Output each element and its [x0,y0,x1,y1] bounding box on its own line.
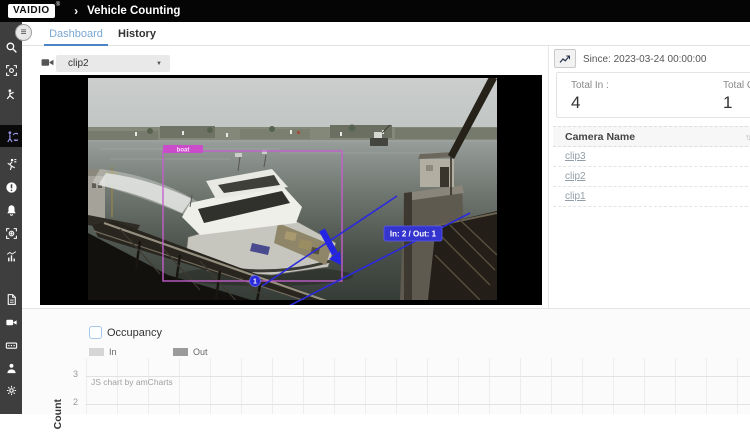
page-title: Vehicle Counting [87,5,180,17]
sort-icon[interactable]: ↑↓ [745,127,750,148]
camera-select-value: clip2 [68,58,89,69]
tab-dashboard[interactable]: Dashboard [44,22,108,46]
camera-table: Camera Name ↑↓ clip3 clip2 clip1 [553,126,750,207]
menu-icon: ≡ [21,28,27,38]
occupancy-label: Occupancy [107,327,162,339]
search-icon [5,41,18,54]
tab-history[interactable]: History [114,22,160,46]
total-in-value: 4 [571,93,609,113]
tab-bar: Dashboard History [22,22,750,46]
gridline [86,376,750,377]
sidebar-nav [0,22,22,414]
camera-select-dropdown[interactable]: clip2 ▼ [56,55,170,72]
camera-table-header: Camera Name ↑↓ [553,126,750,147]
camera-name-column-header: Camera Name [565,131,635,143]
legend-swatch-out [173,348,188,356]
camera-link-clip1[interactable]: clip1 [565,191,586,202]
license-plate-icon [5,339,18,352]
sidebar-item-object-scan[interactable] [0,222,22,244]
table-row: clip2 [553,167,750,187]
table-row: clip1 [553,187,750,207]
legend-item-in[interactable]: In [89,347,117,357]
camera-select-icon [41,57,54,68]
registered-mark: ® [56,2,60,8]
total-out-value: 1 [723,93,750,113]
detection-label: boat [177,148,190,154]
y-axis-title: Count [52,399,64,434]
camera-link-clip3[interactable]: clip3 [565,151,586,162]
total-out-label: Total Out [723,80,750,91]
panel-divider [548,46,549,308]
total-in-label: Total In : [571,80,609,91]
video-camera-icon [5,316,18,329]
amcharts-watermark: JS chart by amCharts [91,377,173,387]
video-scene: boat In: 2 / Out: 1 1 [40,75,542,305]
chart-toggle-button[interactable] [554,49,576,68]
sidebar-item-alerts[interactable] [0,176,22,198]
line-count-badge: 1 [253,279,257,286]
vaidio-logo: VAIDIO [8,4,55,18]
face-detection-icon [5,64,18,77]
intrusion-detection-icon [5,158,18,171]
trend-chart-icon [559,53,571,64]
inout-count-label: In: 2 / Out: 1 [390,230,437,239]
sidebar-item-settings[interactable] [0,379,22,401]
since-timestamp: Since: 2023-03-24 00:00:00 [583,54,706,65]
legend-label-out: Out [193,347,208,357]
camera-link-clip2[interactable]: clip2 [565,171,586,182]
breadcrumb-arrow-icon: › [74,4,78,18]
sidebar-item-pose-detection[interactable] [0,83,22,105]
sidebar-item-face-detection[interactable] [0,59,22,81]
alert-icon [5,181,18,194]
video-feed: boat In: 2 / Out: 1 1 [40,75,542,305]
sidebar-item-notifications[interactable] [0,199,22,221]
notification-bell-icon [5,204,18,217]
sidebar-item-reports[interactable] [0,288,22,310]
settings-gear-icon [5,384,18,397]
y-tick-2: 2 [62,397,78,407]
vehicle-counting-icon [5,130,18,143]
legend-item-out[interactable]: Out [173,347,208,357]
sidebar-item-cameras[interactable] [0,311,22,333]
table-row: clip3 [553,147,750,167]
statistics-icon [5,250,18,263]
sidebar-item-people[interactable] [0,357,22,379]
gridline [86,404,750,405]
y-tick-3: 3 [62,369,78,379]
sidebar-item-vehicle-counting[interactable] [0,125,22,147]
sidebar-item-statistics[interactable] [0,245,22,267]
occupancy-chart-plot [86,358,750,414]
legend-swatch-in [89,348,104,356]
sidebar-item-license-plates[interactable] [0,334,22,356]
sidebar-item-intrusion-detection[interactable] [0,153,22,175]
totals-card: Total In : 4 Total Out 1 [556,72,750,118]
legend-label-in: In [109,347,117,357]
app-header: VAIDIO ® › Vehicle Counting [0,0,750,22]
menu-toggle-button[interactable]: ≡ [15,24,32,41]
pose-detection-icon [5,88,18,101]
occupancy-checkbox[interactable] [89,326,102,339]
chevron-down-icon: ▼ [156,61,162,67]
object-scan-icon [5,227,18,240]
person-icon [5,362,18,375]
report-icon [5,293,18,306]
